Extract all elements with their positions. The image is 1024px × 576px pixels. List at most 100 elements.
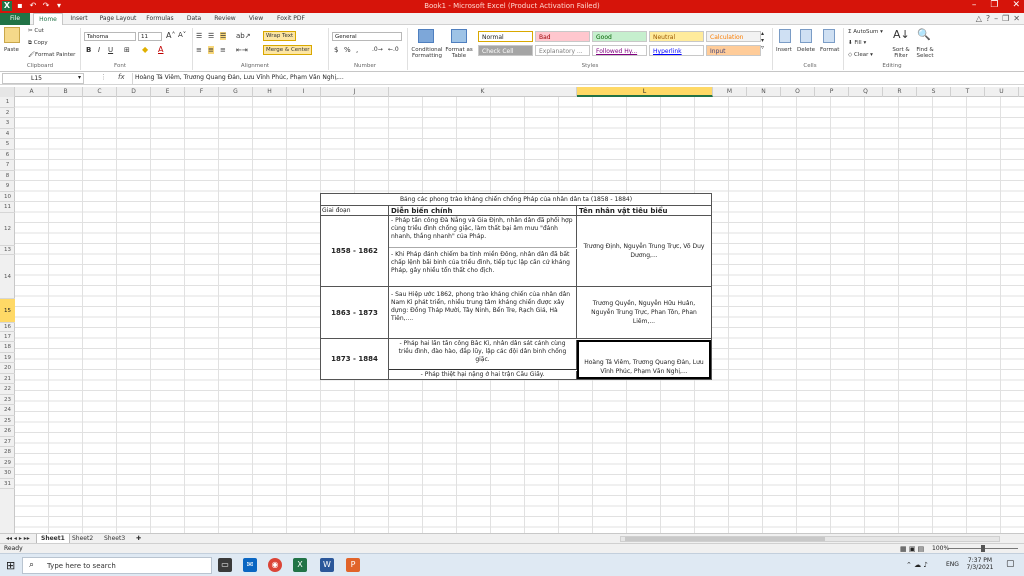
increase-decimal-icon[interactable]: .0→ (372, 46, 383, 53)
tab-foxit-pdf[interactable]: Foxit PDF (274, 13, 308, 25)
people-p3-selected-cell[interactable]: Hoàng Tá Viêm, Trương Quang Đản, Lưu Vĩn… (577, 340, 711, 379)
number-format-select[interactable]: General (332, 32, 402, 41)
column-header-a[interactable]: A (15, 87, 49, 97)
cell-style-good[interactable]: Good (592, 31, 647, 42)
workbook-minimize-icon[interactable]: – (994, 14, 998, 23)
format-as-table-icon[interactable] (451, 29, 467, 43)
column-header-t[interactable]: T (951, 87, 985, 97)
conditional-formatting-button[interactable]: Conditional Formatting (410, 47, 444, 59)
format-button[interactable]: Format (820, 47, 839, 53)
row-header-12[interactable]: 12 (0, 213, 15, 246)
insert-function-button[interactable]: fx (118, 73, 125, 81)
clear-button[interactable]: ◇ Clear ▾ (848, 52, 873, 58)
row-header-18[interactable]: 18 (0, 342, 15, 353)
borders-icon[interactable]: ⊞ (124, 46, 130, 54)
tab-insert[interactable]: Insert (66, 13, 92, 25)
format-as-table-button[interactable]: Format as Table (444, 47, 474, 59)
tab-review[interactable]: Review (211, 13, 239, 25)
chrome-icon[interactable]: ◉ (268, 558, 282, 572)
row-header-7[interactable]: 7 (0, 160, 15, 171)
zoom-slider[interactable] (948, 545, 1018, 552)
tab-formulas[interactable]: Formulas (144, 13, 176, 25)
column-header-g[interactable]: G (219, 87, 253, 97)
clock[interactable]: 7:37 PM 7/3/2021 (962, 557, 998, 571)
cell-style-normal[interactable]: Normal (478, 31, 533, 42)
row-header-21[interactable]: 21 (0, 374, 15, 384)
header-events[interactable]: Diễn biến chính (389, 206, 577, 216)
indent-icon[interactable]: ⇤⇥ (236, 46, 248, 54)
row-header-13[interactable]: 13 (0, 246, 15, 255)
formula-bar-dots-icon[interactable]: ⋮ (100, 73, 107, 81)
row-header-19[interactable]: 19 (0, 353, 15, 363)
column-header-l[interactable]: L (577, 87, 713, 97)
format-cells-icon[interactable] (823, 29, 835, 43)
align-bottom-icon[interactable]: ☰ (220, 32, 227, 40)
cell-style-calculation[interactable]: Calculation (706, 31, 761, 42)
row-header-15[interactable]: 15 (0, 298, 15, 323)
event-p1-2[interactable]: - Khi Pháp đánh chiếm ba tỉnh miền Đông,… (389, 249, 577, 287)
bold-icon[interactable]: B (86, 46, 91, 54)
row-header-2[interactable]: 2 (0, 108, 15, 118)
cut-button[interactable]: ✂ Cut (28, 28, 44, 34)
row-header-1[interactable]: 1 (0, 97, 15, 108)
excel-taskbar-icon[interactable]: X (293, 558, 307, 572)
paste-icon[interactable] (4, 27, 20, 43)
row-header-31[interactable]: 31 (0, 479, 15, 489)
name-box-dropdown-icon[interactable]: ▾ (78, 74, 81, 81)
merge-center-button[interactable]: Merge & Center (263, 45, 313, 55)
row-header-26[interactable]: 26 (0, 426, 15, 437)
currency-icon[interactable]: $ (334, 46, 338, 54)
insert-button[interactable]: Insert (776, 47, 792, 53)
find-select-icon[interactable]: 🔍 (917, 28, 931, 41)
row-header-20[interactable]: 20 (0, 363, 15, 374)
cell-style-bad[interactable]: Bad (535, 31, 590, 42)
percent-button[interactable]: % (344, 46, 351, 54)
tab-file[interactable]: File (0, 13, 30, 25)
column-header-k[interactable]: K (389, 87, 577, 97)
column-header-e[interactable]: E (151, 87, 185, 97)
align-left-icon[interactable]: ≡ (196, 46, 202, 54)
font-color-icon[interactable]: A (158, 45, 163, 54)
column-header-c[interactable]: C (83, 87, 117, 97)
restore-icon[interactable]: ❐ (990, 0, 998, 10)
tab-home[interactable]: Home (33, 13, 63, 25)
format-painter-button[interactable]: 🖌Format Painter (28, 52, 75, 58)
column-header-u[interactable]: U (985, 87, 1019, 97)
sort-filter-icon[interactable]: A↓ (893, 28, 910, 41)
workbook-restore-icon[interactable]: ❐ (1002, 14, 1009, 23)
sort-filter-button[interactable]: Sort & Filter (889, 47, 913, 59)
select-all-corner[interactable] (0, 87, 15, 97)
name-box[interactable]: L15 (2, 73, 84, 84)
event-p2-1[interactable]: - Sau Hiệp ước 1862, phong trào kháng ch… (389, 287, 577, 339)
event-p1-1[interactable]: - Pháp tấn công Đà Nẵng và Gia Định, nhâ… (389, 216, 577, 248)
row-header-6[interactable]: 6 (0, 150, 15, 160)
column-header-i[interactable]: I (287, 87, 321, 97)
period-1858-1862[interactable]: 1858 - 1862 (321, 216, 389, 287)
row-header-3[interactable]: 3 (0, 118, 15, 129)
orientation-icon[interactable]: ab↗ (236, 32, 251, 40)
align-center-icon[interactable]: ≡ (208, 46, 214, 54)
align-right-icon[interactable]: ≡ (220, 46, 226, 54)
shrink-font-icon[interactable]: A˅ (178, 31, 186, 39)
column-header-d[interactable]: D (117, 87, 151, 97)
column-header-b[interactable]: B (49, 87, 83, 97)
header-period[interactable]: Giai đoạn (321, 206, 389, 216)
language-indicator[interactable]: ENG (946, 561, 959, 568)
cell-style-hyperlink[interactable]: Hyperlink (649, 45, 704, 56)
row-header-14[interactable]: 14 (0, 255, 15, 299)
font-size-select[interactable]: 11 (138, 32, 162, 41)
cell-style-followed-hy[interactable]: Followed Hy... (592, 45, 647, 56)
row-header-27[interactable]: 27 (0, 437, 15, 447)
workbook-close-icon[interactable]: ✕ (1013, 14, 1020, 23)
people-p1[interactable]: Trương Định, Nguyễn Trung Trực, Võ Duy D… (577, 216, 711, 287)
delete-cells-icon[interactable] (800, 29, 812, 43)
tab-data[interactable]: Data (183, 13, 205, 25)
paste-button[interactable]: Paste (4, 47, 19, 53)
cell-style-check-cell[interactable]: Check Cell (478, 45, 533, 56)
row-header-4[interactable]: 4 (0, 129, 15, 139)
column-header-n[interactable]: N (747, 87, 781, 97)
event-p3-1[interactable]: - Pháp hai lần tấn công Bắc Kì, nhân dân… (389, 340, 577, 370)
grow-font-icon[interactable]: A˄ (166, 31, 175, 40)
row-header-8[interactable]: 8 (0, 171, 15, 181)
row-header-22[interactable]: 22 (0, 384, 15, 395)
